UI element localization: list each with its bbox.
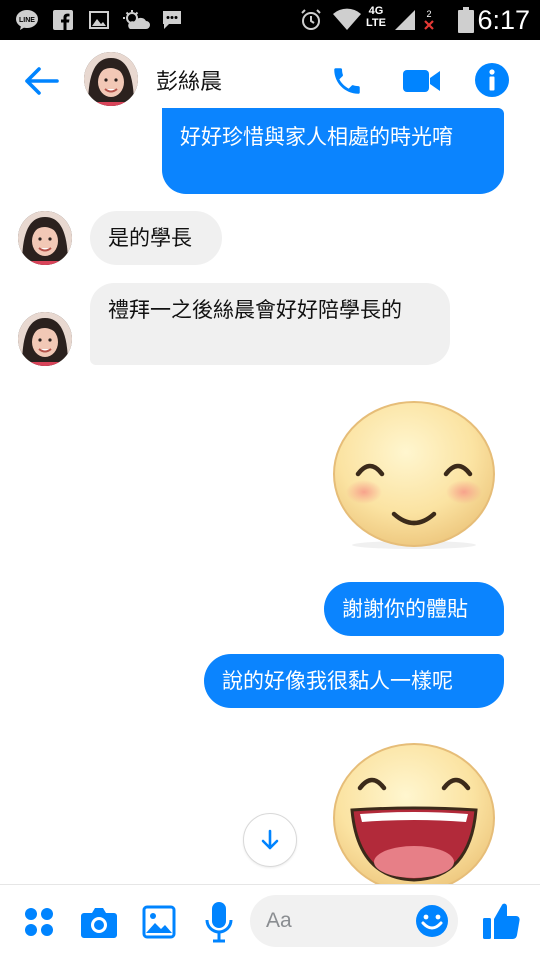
message-text: 禮拜一之後絲晨會好好陪學長的 [108,298,402,322]
message-compose-box[interactable] [250,895,458,947]
messenger-icon [160,0,184,40]
gallery-icon [88,0,110,40]
incoming-message[interactable]: 是的學長 [90,211,222,265]
contact-avatar-small[interactable] [18,211,72,265]
outgoing-message[interactable]: 好好珍惜與家人相處的時光唷 [162,108,504,194]
network-label: 4G [368,5,384,17]
outgoing-message[interactable]: 謝謝你的體貼 [324,582,504,636]
message-text: 說的好像我很黏人一樣呢 [222,669,453,693]
no-signal-x-icon [424,20,434,30]
emoji-icon[interactable] [414,903,450,939]
signal-icon [392,0,418,40]
outgoing-message[interactable]: 說的好像我很黏人一樣呢 [204,654,504,708]
alarm-icon [298,0,324,40]
camera-icon[interactable] [80,905,118,939]
laughing-emoji-sticker[interactable] [330,740,498,884]
battery-icon [456,0,476,40]
message-text: 謝謝你的體貼 [342,597,468,621]
contact-avatar[interactable] [84,52,138,106]
status-bar: LINE 4G LTE 2 6:17 [0,0,540,40]
network-sub-label: LTE [366,17,386,29]
back-arrow-icon[interactable] [22,62,60,100]
thumbs-up-icon[interactable] [482,901,520,941]
more-apps-icon[interactable] [22,905,56,939]
contact-name: 彭絲晨 [156,70,223,95]
incoming-message[interactable]: 禮拜一之後絲晨會好好陪學長的 [90,283,450,365]
line-app-icon: LINE [14,0,40,40]
video-camera-icon[interactable] [402,66,442,96]
weather-icon [122,0,150,40]
smiling-blush-emoji-sticker[interactable] [330,400,498,550]
gallery-picker-icon[interactable] [142,905,176,939]
composer-bar [0,884,540,960]
info-icon[interactable] [474,62,510,98]
message-text: 是的學長 [108,226,192,250]
microphone-icon[interactable] [204,901,234,943]
sim2-indicator: 2 [420,0,438,40]
facebook-icon [52,0,74,40]
status-time: 6:17 [477,5,530,35]
arrow-down-icon [261,829,279,850]
svg-text:LINE: LINE [19,17,35,24]
scroll-to-bottom-button[interactable] [243,813,297,867]
wifi-icon [332,0,362,40]
network-type-label: 4G LTE [366,5,386,29]
message-input[interactable] [266,905,406,937]
contact-avatar-small[interactable] [18,312,72,366]
sim-number: 2 [426,9,432,19]
phone-icon[interactable] [330,64,364,98]
message-text: 好好珍惜與家人相處的時光唷 [180,125,453,149]
